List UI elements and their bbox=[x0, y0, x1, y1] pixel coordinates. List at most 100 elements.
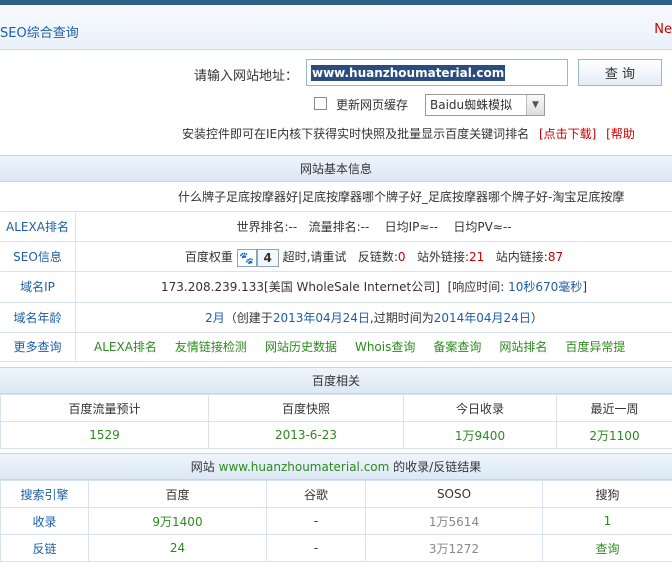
site-title-row: 什么牌子足底按摩器好|足底按摩器哪个牌子好_足底按摩器哪个牌子好-淘宝足底按摩 bbox=[0, 183, 672, 212]
seo-row: SEO信息 百度权重 🐾 4 超时,请重试 反链数:0 站外链接:21 站内链接:… bbox=[0, 242, 672, 272]
age-close: ） bbox=[530, 311, 543, 325]
sogou-header: 搜狗 bbox=[542, 480, 672, 508]
table-row: 1529 2013-6-23 1万9400 2万1100 bbox=[0, 421, 672, 449]
more-link-friend[interactable]: 友情链接检测 bbox=[175, 340, 247, 354]
backlink-sogou-query[interactable]: 查询 bbox=[542, 534, 672, 562]
timeout-text[interactable]: 超时,请重试 bbox=[283, 250, 347, 264]
domain-ip-row: 域名IP 173.208.239.133[美国 WholeSale Intern… bbox=[0, 272, 672, 303]
indexed-soso[interactable]: 1万5614 bbox=[365, 507, 543, 535]
index-results-header: 网站 www.huanzhoumaterial.com 的收录/反链结果 bbox=[0, 453, 672, 480]
alexa-row: ALEXA排名 世界排名:-- 流量排名:-- 日均IP≈-- 日均PV≈-- bbox=[0, 212, 672, 242]
more-link-baidu-abnormal[interactable]: 百度异常提 bbox=[565, 340, 625, 354]
table-row: 百度流量预计 百度快照 今日收录 最近一周 bbox=[0, 394, 672, 422]
help-link[interactable]: [帮助 bbox=[606, 127, 635, 141]
internal-links-label: 站内链接: bbox=[495, 250, 548, 264]
baidu-paw-icon: 🐾 bbox=[236, 248, 257, 267]
site-title: 什么牌子足底按摩器好|足底按摩器哪个牌子好_足底按摩器哪个牌子好-淘宝足底按摩 bbox=[178, 190, 625, 204]
more-query-label[interactable]: 更多查询 bbox=[0, 333, 76, 361]
indexed-google: - bbox=[266, 507, 366, 535]
domain-ip-label[interactable]: 域名IP bbox=[0, 272, 76, 302]
baidu-weight-value[interactable]: 4 bbox=[256, 248, 279, 267]
internal-links-value: 87 bbox=[547, 250, 564, 264]
plugin-tip-text: 安装控件即可在IE内核下获得实时快照及批量显示百度关键词排名 bbox=[182, 127, 530, 141]
response-close: ] bbox=[582, 280, 587, 294]
external-links-value: 21 bbox=[469, 250, 485, 264]
last-week-value[interactable]: 2万1100 bbox=[556, 421, 672, 449]
index-results-prefix: 网站 bbox=[190, 460, 215, 474]
last-week-header: 最近一周 bbox=[556, 394, 672, 422]
google-header: 谷歌 bbox=[266, 480, 366, 508]
backlink-baidu[interactable]: 24 bbox=[88, 534, 267, 562]
daily-ip-value: -- bbox=[429, 220, 439, 234]
alexa-content: 世界排名:-- 流量排名:-- 日均IP≈-- 日均PV≈-- bbox=[76, 212, 672, 241]
seo-label[interactable]: SEO信息 bbox=[0, 242, 76, 271]
baidu-related-table: 百度流量预计 百度快照 今日收录 最近一周 1529 2013-6-23 1万9… bbox=[0, 394, 672, 449]
table-row: 搜索引擎 百度 谷歌 SOSO 搜狗 bbox=[0, 480, 672, 508]
baidu-weight-label: 百度权重 bbox=[184, 250, 233, 264]
index-results-site[interactable]: www.huanzhoumaterial.com bbox=[219, 460, 390, 474]
refresh-cache-checkbox[interactable] bbox=[314, 97, 327, 110]
baidu-traffic-header: 百度流量预计 bbox=[0, 394, 209, 422]
baidu-snapshot-header: 百度快照 bbox=[208, 394, 404, 422]
today-index-value[interactable]: 1万9400 bbox=[403, 421, 557, 449]
daily-pv-label: 日均PV≈ bbox=[453, 220, 503, 234]
backlinks-value: 0 bbox=[397, 250, 406, 264]
response-value: 10秒670毫秒 bbox=[508, 280, 583, 294]
url-label: 请输入网站地址： bbox=[194, 69, 299, 84]
table-row: 反链 24 - 3万1272 查询 bbox=[0, 534, 672, 562]
soso-header: SOSO bbox=[365, 480, 543, 508]
plugin-tip: 安装控件即可在IE内核下获得实时快照及批量显示百度关键词排名 [点击下载] [帮… bbox=[182, 125, 635, 142]
expire-date: 2014年04月24日 bbox=[433, 311, 531, 325]
indexed-baidu[interactable]: 9万1400 bbox=[88, 507, 267, 535]
index-results-table: 搜索引擎 百度 谷歌 SOSO 搜狗 收录 9万1400 - 1万5614 1 … bbox=[0, 480, 672, 562]
daily-ip-label: 日均IP≈ bbox=[384, 220, 430, 234]
page-title: SEO综合查询 bbox=[0, 26, 79, 41]
more-link-rank[interactable]: 网站排名 bbox=[499, 340, 547, 354]
domain-age-row: 域名年龄 2月（创建于2013年04月24日,过期时间为2014年04月24日） bbox=[0, 303, 672, 333]
baidu-snapshot-value[interactable]: 2013-6-23 bbox=[208, 421, 404, 449]
url-input-selected-text: www.huanzhoumaterial.com bbox=[311, 65, 506, 81]
query-button[interactable]: 查 询 bbox=[578, 59, 662, 86]
world-rank-value: -- bbox=[288, 220, 298, 234]
daily-pv-value: -- bbox=[502, 220, 512, 234]
age-value: 2月 bbox=[205, 311, 225, 325]
response-label: [响应时间: bbox=[447, 280, 505, 294]
today-index-header: 今日收录 bbox=[403, 394, 557, 422]
ip-text: 173.208.239.133[美国 WholeSale Internet公司] bbox=[161, 280, 440, 294]
baidu-traffic-value: 1529 bbox=[0, 421, 209, 449]
external-links-label: 站外链接: bbox=[416, 250, 470, 264]
header-right-link[interactable]: Ne bbox=[654, 22, 672, 37]
more-link-whois[interactable]: Whois查询 bbox=[355, 340, 415, 354]
engine-header: 搜索引擎 bbox=[0, 480, 89, 508]
backlink-google: - bbox=[266, 534, 366, 562]
chevron-down-icon[interactable]: ▼ bbox=[526, 95, 544, 115]
baidu-related-header: 百度相关 bbox=[0, 367, 672, 394]
more-query-links: ALEXA排名 友情链接检测 网站历史数据 Whois查询 备案查询 网站排名 百度异常提 bbox=[85, 333, 672, 361]
spider-select-value: Baidu蜘蛛模拟 bbox=[430, 98, 513, 112]
more-link-alexa[interactable]: ALEXA排名 bbox=[94, 340, 157, 354]
indexed-label: 收录 bbox=[0, 507, 89, 535]
more-link-icp[interactable]: 备案查询 bbox=[433, 340, 481, 354]
seo-content: 百度权重 🐾 4 超时,请重试 反链数:0 站外链接:21 站内链接:87 bbox=[76, 242, 672, 271]
basic-info-header: 网站基本信息 bbox=[0, 155, 672, 182]
backlink-soso[interactable]: 3万1272 bbox=[365, 534, 543, 562]
world-rank-label: 世界排名: bbox=[236, 220, 289, 234]
traffic-rank-value: -- bbox=[360, 220, 370, 234]
created-prefix: （创建于 bbox=[224, 311, 273, 325]
domain-age-content: 2月（创建于2013年04月24日,过期时间为2014年04月24日） bbox=[76, 303, 672, 332]
spider-select[interactable]: Baidu蜘蛛模拟 ▼ bbox=[425, 94, 545, 116]
more-link-history[interactable]: 网站历史数据 bbox=[265, 340, 337, 354]
indexed-sogou[interactable]: 1 bbox=[542, 507, 672, 535]
download-link[interactable]: [点击下载] bbox=[539, 127, 596, 141]
refresh-cache-label: 更新网页缓存 bbox=[336, 98, 409, 112]
more-query-row: 更多查询 ALEXA排名 友情链接检测 网站历史数据 Whois查询 备案查询 网站排名 百… bbox=[0, 333, 672, 362]
domain-ip-content: 173.208.239.133[美国 WholeSale Internet公司]… bbox=[76, 272, 672, 302]
alexa-label[interactable]: ALEXA排名 bbox=[0, 212, 76, 241]
created-date: 2013年04月24日 bbox=[272, 311, 370, 325]
backlink-label: 反链 bbox=[0, 534, 89, 562]
traffic-rank-label: 流量排名: bbox=[308, 220, 361, 234]
baidu-header: 百度 bbox=[88, 480, 267, 508]
expire-prefix: ,过期时间为 bbox=[369, 311, 434, 325]
domain-age-label[interactable]: 域名年龄 bbox=[0, 303, 76, 332]
index-results-suffix: 的收录/反链结果 bbox=[393, 460, 482, 474]
